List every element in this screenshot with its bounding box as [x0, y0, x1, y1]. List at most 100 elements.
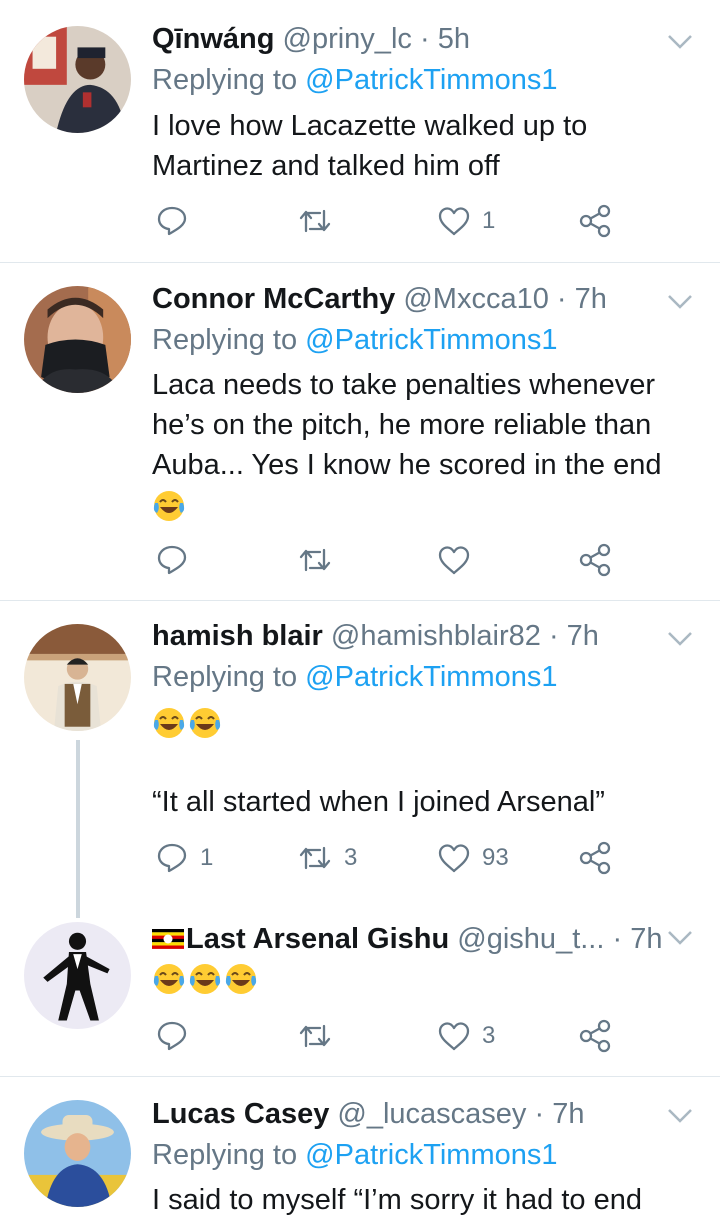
divider [0, 1076, 720, 1077]
tweet-text: Laca needs to take penalties whenever he… [152, 365, 692, 525]
reply-button[interactable] [156, 540, 200, 580]
chevron-down-icon[interactable] [666, 292, 694, 312]
share-button[interactable] [578, 201, 612, 241]
tweet-text: “It all started when I joined Arsenal” [152, 782, 692, 822]
like-button[interactable]: 93 [438, 838, 509, 878]
text-line: he’s on the pitch, he more reliable than [152, 409, 652, 441]
share-icon [579, 841, 611, 875]
retweet-button[interactable]: 3 [298, 838, 357, 878]
retweet-icon [299, 846, 331, 870]
chevron-down-icon[interactable] [666, 1106, 694, 1126]
display-name[interactable]: Last Arsenal Gishu [186, 923, 449, 955]
handle[interactable]: @priny_lc [283, 23, 412, 55]
tweet-text: I said to myself “I’m sorry it had to en… [152, 1180, 692, 1220]
retweet-button[interactable] [298, 540, 344, 580]
uganda-flag-icon [152, 929, 184, 949]
laughing-tears-emoji [189, 708, 221, 739]
replying-to-mention[interactable]: @PatrickTimmons1 [305, 324, 557, 356]
text-line: I said to myself “I’m sorry it had to en… [152, 1184, 642, 1216]
handle[interactable]: @Mxcca10 [403, 283, 548, 315]
text-line: Laca needs to take penalties whenever [152, 369, 656, 401]
tweet-text [152, 958, 692, 998]
like-button[interactable] [438, 540, 482, 580]
share-button[interactable] [578, 540, 612, 580]
handle[interactable]: @_lucascasey [337, 1098, 526, 1130]
handle[interactable]: @hamishblair82 [331, 620, 541, 652]
text-line: Auba... Yes I know he scored in the end [152, 449, 662, 481]
chevron-down-icon[interactable] [666, 928, 694, 948]
reply-button[interactable]: 1 [156, 838, 213, 878]
text-line: Martinez and talked him off [152, 150, 500, 182]
reply-count: 1 [200, 844, 214, 871]
avatar[interactable] [24, 286, 131, 393]
chevron-down-icon[interactable] [666, 629, 694, 649]
replying-to-label: Replying to [152, 64, 298, 96]
avatar[interactable] [24, 1100, 131, 1207]
laughing-tears-emoji [153, 964, 185, 995]
separator: · [612, 923, 623, 955]
laughing-tears-emoji [225, 964, 257, 995]
reply-icon [157, 545, 187, 575]
avatar[interactable] [24, 624, 131, 731]
divider [0, 262, 720, 263]
display-name[interactable]: hamish blair [152, 620, 323, 652]
share-button[interactable] [578, 1016, 612, 1056]
share-icon [579, 1019, 611, 1053]
tweet-text: I love how Lacazette walked up to Martin… [152, 106, 692, 186]
like-count: 93 [482, 844, 509, 871]
text-line: I love how Lacazette walked up to [152, 110, 588, 142]
avatar[interactable] [24, 922, 131, 1029]
like-icon [438, 207, 470, 236]
avatar[interactable] [24, 26, 131, 133]
timestamp[interactable]: 5h [438, 23, 470, 55]
timestamp[interactable]: 7h [552, 1098, 584, 1130]
emoji-line [152, 485, 692, 525]
divider [0, 600, 720, 601]
retweet-count: 3 [344, 844, 358, 871]
share-button[interactable] [578, 838, 612, 878]
thread-connector [76, 740, 80, 918]
replying-to-label: Replying to [152, 1139, 298, 1171]
retweet-button[interactable] [298, 1016, 344, 1056]
like-icon [438, 546, 470, 575]
replying-to-mention[interactable]: @PatrickTimmons1 [305, 661, 557, 693]
display-name[interactable]: Lucas Casey [152, 1098, 329, 1130]
chevron-down-icon[interactable] [666, 32, 694, 52]
replying-to-mention[interactable]: @PatrickTimmons1 [305, 1139, 557, 1171]
reply-icon [157, 1021, 187, 1051]
replying-to-label: Replying to [152, 324, 298, 356]
reply-button[interactable] [156, 1016, 200, 1056]
replying-to-label: Replying to [152, 661, 298, 693]
separator: · [548, 620, 559, 652]
separator: · [534, 1098, 545, 1130]
like-button[interactable]: 3 [438, 1016, 495, 1056]
emoji-line [152, 702, 692, 742]
reply-icon [157, 843, 187, 873]
retweet-icon [299, 1024, 331, 1048]
laughing-tears-emoji [189, 964, 221, 995]
like-count: 1 [482, 207, 496, 234]
laughing-tears-emoji [153, 708, 185, 739]
reply-button[interactable] [156, 201, 200, 241]
tweet-text [152, 702, 692, 742]
share-icon [579, 204, 611, 238]
display-name[interactable]: Qīnwáng [152, 23, 274, 55]
text-line: “It all started when I joined Arsenal” [152, 786, 605, 818]
timestamp[interactable]: 7h [567, 620, 599, 652]
laughing-tears-emoji [153, 491, 185, 522]
reply-icon [157, 206, 187, 236]
replying-to-mention[interactable]: @PatrickTimmons1 [305, 64, 557, 96]
like-button[interactable]: 1 [438, 201, 495, 241]
handle[interactable]: @gishu_t... [457, 923, 604, 955]
like-icon [438, 844, 470, 873]
timestamp[interactable]: 7h [575, 283, 607, 315]
share-icon [579, 543, 611, 577]
like-count: 3 [482, 1022, 496, 1049]
retweet-button[interactable] [298, 201, 344, 241]
like-icon [438, 1022, 470, 1051]
display-name[interactable]: Connor McCarthy [152, 283, 395, 315]
timestamp[interactable]: 7h [630, 923, 662, 955]
retweet-icon [299, 209, 331, 233]
separator: · [556, 283, 567, 315]
emoji-line [152, 958, 692, 998]
